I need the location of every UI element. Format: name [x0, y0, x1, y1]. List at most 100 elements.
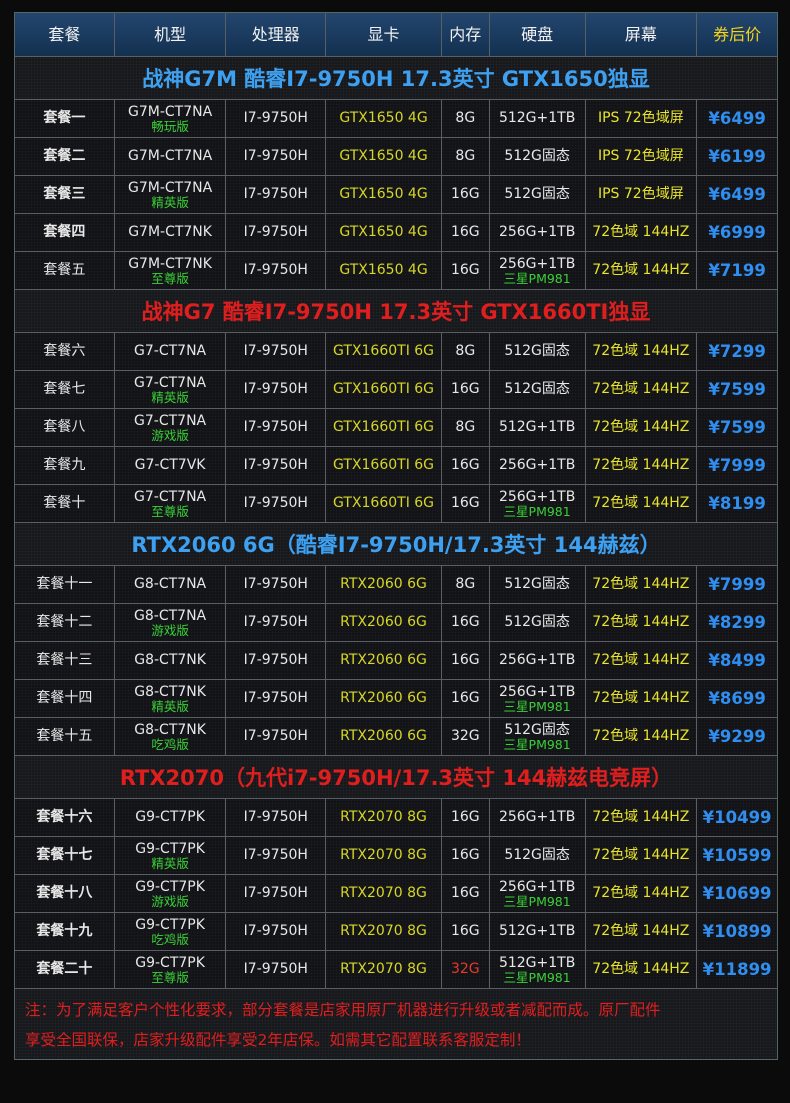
cpu-text: I7-9750H	[243, 885, 308, 901]
gpu-text: GTX1650 4G	[339, 186, 428, 202]
gpu: RTX2060 6G	[326, 718, 442, 755]
screen: 72色域 144HZ	[585, 485, 698, 522]
edition-label: 至尊版	[151, 270, 189, 286]
table-row: 套餐十四 G8-CT7NK 精英版 I7-9750H RTX2060 6G 16G 256G…	[15, 680, 777, 718]
disk-brand: 三星PM981	[503, 270, 571, 286]
disk-text: 256G+1TB	[498, 683, 576, 700]
cpu-text: I7-9750H	[243, 148, 308, 164]
cpu-text: I7-9750H	[243, 809, 308, 825]
price-text: ¥6499	[708, 185, 766, 204]
cpu: I7-9750H	[226, 642, 327, 679]
cpu-text: I7-9750H	[243, 923, 308, 939]
screen-text: 72色域 144HZ	[592, 923, 690, 939]
cpu-text: I7-9750H	[243, 343, 308, 359]
ram-text: 16G	[450, 262, 480, 278]
screen: 72色域 144HZ	[585, 799, 698, 836]
cpu-text: I7-9750H	[243, 110, 308, 126]
model-text: G9-CT7PK	[135, 878, 205, 895]
note-line-1: 注：为了满足客户个性化要求，部分套餐是店家用原厂机器进行升级或者减配而成。原厂配…	[25, 1001, 661, 1019]
disk: 256G+1TB	[489, 799, 586, 836]
screen-text: 72色域 144HZ	[592, 847, 690, 863]
gpu: RTX2070 8G	[326, 875, 442, 912]
gpu: GTX1660TI 6G	[326, 333, 442, 370]
ram: 32G	[441, 718, 490, 755]
screen-text: 72色域 144HZ	[592, 381, 690, 397]
ram-text: 16G	[450, 224, 480, 240]
price-text: ¥11899	[702, 960, 772, 979]
price: ¥10499	[697, 799, 777, 836]
screen: IPS 72色域屏	[585, 138, 698, 175]
package-name: 套餐九	[15, 447, 115, 484]
cpu: I7-9750H	[226, 799, 327, 836]
edition-label: 精英版	[151, 389, 189, 405]
screen-text: 72色域 144HZ	[592, 885, 690, 901]
cpu: I7-9750H	[226, 371, 327, 408]
price-table: 套餐 机型 处理器 显卡 内存 硬盘 屏幕 券后价 战神G7M 酷睿I7-975…	[14, 12, 778, 1060]
disk: 512G固态	[489, 604, 586, 641]
disk: 256G+1TB	[489, 642, 586, 679]
package-name-text: 套餐十五	[36, 728, 93, 744]
disk-brand: 三星PM981	[503, 736, 571, 752]
ram-text: 16G	[450, 614, 480, 630]
cpu: I7-9750H	[226, 214, 327, 251]
disk-text: 256G+1TB	[498, 652, 576, 668]
edition-label: 游戏版	[151, 622, 189, 638]
screen: 72色域 144HZ	[585, 642, 698, 679]
model-text: G7-CT7NA	[134, 412, 207, 429]
gpu-text: GTX1660TI 6G	[333, 457, 435, 473]
package-name: 套餐十九	[15, 913, 115, 950]
disk: 256G+1TB 三星PM981	[489, 485, 586, 522]
screen: 72色域 144HZ	[585, 566, 698, 603]
disk-brand: 三星PM981	[503, 698, 571, 714]
ram-text: 8G	[455, 576, 476, 592]
cpu: I7-9750H	[226, 138, 327, 175]
model: G7-CT7NA 精英版	[114, 371, 227, 408]
gpu: GTX1650 4G	[326, 252, 442, 289]
cpu-text: I7-9750H	[243, 847, 308, 863]
price: ¥6499	[697, 176, 777, 213]
ram-text: 8G	[455, 148, 476, 164]
model-text: G7M-CT7NK	[128, 224, 212, 240]
price-text: ¥6199	[708, 147, 766, 166]
table-row: 套餐四 G7M-CT7NK I7-9750H GTX1650 4G 16G 256G+1T…	[15, 214, 777, 252]
header-gpu: 显卡	[326, 13, 442, 56]
gpu: GTX1650 4G	[326, 138, 442, 175]
screen: 72色域 144HZ	[585, 837, 698, 874]
package-name-text: 套餐三	[43, 186, 86, 202]
cpu-text: I7-9750H	[243, 186, 308, 202]
package-name-text: 套餐六	[43, 343, 86, 359]
ram: 8G	[441, 333, 490, 370]
ram-text: 16G	[450, 495, 480, 511]
screen-text: 72色域 144HZ	[592, 576, 690, 592]
screen-text: 72色域 144HZ	[592, 690, 690, 706]
disk-text: 512G+1TB	[498, 923, 576, 939]
package-name: 套餐十二	[15, 604, 115, 641]
gpu-text: RTX2070 8G	[340, 885, 427, 901]
ram-text: 16G	[450, 847, 480, 863]
model: G7-CT7NA	[114, 333, 227, 370]
model: G7M-CT7NK	[114, 214, 227, 251]
table-row: 套餐三 G7M-CT7NA 精英版 I7-9750H GTX1650 4G 16G 512G…	[15, 176, 777, 214]
model: G9-CT7PK 游戏版	[114, 875, 227, 912]
disk-text: 256G+1TB	[498, 488, 576, 505]
package-name: 套餐八	[15, 409, 115, 446]
gpu-text: RTX2060 6G	[340, 652, 427, 668]
cpu: I7-9750H	[226, 100, 327, 137]
model: G7M-CT7NA	[114, 138, 227, 175]
model-text: G9-CT7PK	[135, 840, 205, 857]
price: ¥7199	[697, 252, 777, 289]
package-name-text: 套餐八	[43, 419, 86, 435]
package-name: 套餐十五	[15, 718, 115, 755]
ram: 8G	[441, 138, 490, 175]
table-row: 套餐十八 G9-CT7PK 游戏版 I7-9750H RTX2070 8G 16G 256G…	[15, 875, 777, 913]
screen-text: 72色域 144HZ	[592, 614, 690, 630]
screen-text: 72色域 144HZ	[592, 457, 690, 473]
model-text: G8-CT7NA	[134, 607, 207, 624]
disk-brand: 三星PM981	[503, 503, 571, 519]
price: ¥6199	[697, 138, 777, 175]
gpu-text: GTX1660TI 6G	[333, 343, 435, 359]
package-name: 套餐三	[15, 176, 115, 213]
gpu-text: RTX2070 8G	[340, 847, 427, 863]
section-title: RTX2070（九代i7-9750H/17.3英寸 144赫兹电竞屏）	[15, 756, 777, 799]
gpu: RTX2070 8G	[326, 951, 442, 988]
